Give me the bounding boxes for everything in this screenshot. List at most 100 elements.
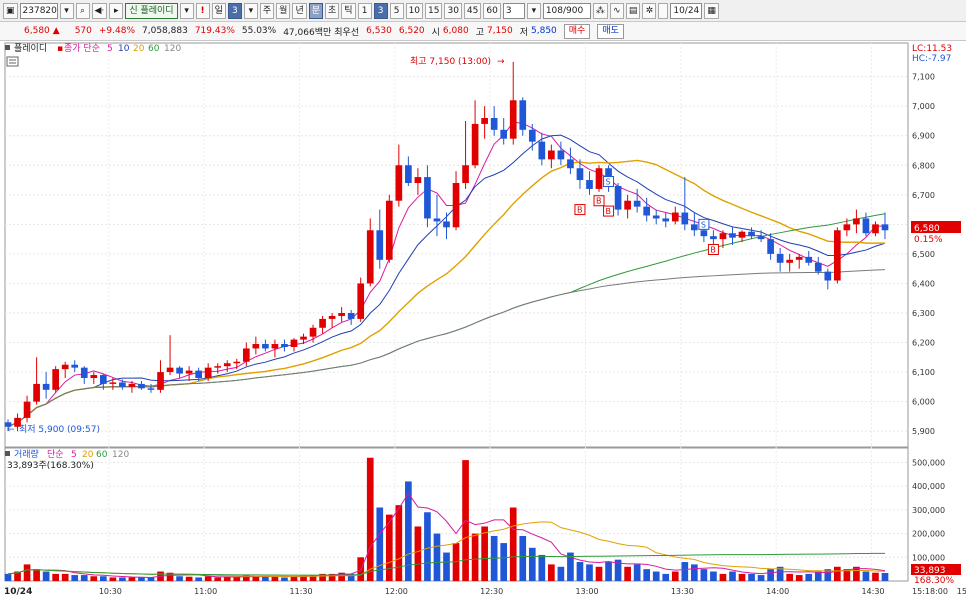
interval-30[interactable]: 30 — [444, 2, 462, 19]
alert-icon[interactable]: ! — [195, 2, 210, 19]
candle-body — [252, 344, 260, 349]
tab-week[interactable]: 주 — [259, 2, 275, 19]
save-icon[interactable]: ▤ — [625, 2, 641, 19]
price-tick-label: 6,400 — [912, 279, 935, 288]
volume-bar — [681, 562, 689, 581]
price-tick-label: 5,900 — [912, 427, 935, 436]
price-change: 570 — [74, 26, 92, 36]
time-tick-label: 11:00 — [194, 587, 217, 596]
interval-5[interactable]: 5 — [389, 2, 404, 19]
candle-body — [52, 369, 59, 390]
candle-body — [528, 129, 536, 142]
draw-icon[interactable]: ∿ — [609, 2, 624, 19]
high-label: 고 — [475, 27, 484, 38]
candle-body — [757, 236, 765, 240]
volume-bar — [500, 543, 508, 581]
hc-label: HC:-7.97 — [912, 54, 951, 64]
interval-45[interactable]: 45 — [463, 2, 482, 19]
sell-button[interactable]: 매도 — [597, 23, 624, 39]
period-value[interactable]: 3 — [227, 2, 242, 19]
candle-body — [786, 259, 794, 263]
volume-bar — [528, 547, 536, 581]
volume-bar — [691, 564, 698, 581]
volume-bar — [586, 564, 593, 581]
volume-bar — [671, 571, 679, 581]
candle-body — [710, 236, 717, 240]
interval-3[interactable]: 3 — [373, 2, 388, 19]
tab-minute[interactable]: 분 — [308, 2, 323, 19]
time-tick-label: 12:00 — [385, 587, 408, 596]
candle-body — [443, 221, 450, 228]
tab-second[interactable]: 초 — [325, 2, 340, 19]
code-dropdown-icon[interactable]: ▾ — [59, 2, 74, 19]
candle-body — [347, 313, 355, 319]
interval-10[interactable]: 10 — [405, 2, 424, 19]
search-icon[interactable]: ⌕ — [75, 2, 90, 19]
volume-bar — [90, 576, 98, 581]
period-dropdown-icon[interactable]: ▾ — [243, 2, 258, 19]
volume-bar — [119, 577, 126, 581]
price-tick-label: 6,300 — [912, 309, 935, 318]
volume-legend-ma5: 5 — [71, 450, 77, 460]
volume-current-tag-text: 33,893 — [914, 566, 946, 576]
speaker-icon[interactable]: ◀· — [91, 2, 108, 19]
price-volume-chart[interactable]: 5,9006,0006,1006,2006,3006,4006,5006,600… — [0, 41, 966, 599]
volume-bar — [576, 562, 584, 581]
price-tick-label: 7,000 — [912, 102, 935, 111]
candle-body — [719, 233, 727, 240]
current-price-tag-text: 6,580 — [914, 224, 940, 234]
candle-body — [157, 372, 164, 390]
legend-ma-label: 종가 단순 — [64, 43, 100, 54]
candle-body — [795, 256, 803, 260]
candle-body — [767, 239, 774, 254]
best-bid: 6,520 — [398, 26, 425, 36]
open-price: 6,080 — [442, 26, 469, 36]
tab-year[interactable]: 년 — [292, 2, 307, 19]
settings-icon[interactable]: ✲ — [642, 2, 657, 19]
trade-amount: 47,066백만 — [283, 27, 332, 38]
indicator-icon[interactable]: ⁂ — [592, 2, 608, 19]
price-tick-label: 6,100 — [912, 368, 935, 377]
interval-60[interactable]: 60 — [483, 2, 501, 19]
candle-body — [557, 150, 565, 160]
prev-next-icon[interactable]: ▸ — [109, 2, 124, 19]
tab-tick[interactable]: 틱 — [341, 2, 356, 19]
candle-body — [576, 168, 584, 181]
volume-tick-label: 300,000 — [912, 506, 945, 515]
volume-value: 7,058,883 — [142, 26, 188, 36]
interval-1[interactable]: 1 — [357, 2, 372, 19]
volume-bar — [881, 572, 889, 581]
current-price-pct: 0.15% — [914, 235, 943, 245]
count-input[interactable]: 3 — [502, 2, 525, 19]
volume-bar — [433, 533, 441, 581]
volume-bar — [128, 577, 136, 581]
count-dropdown-icon[interactable]: ▾ — [526, 2, 541, 19]
ma120-line — [7, 269, 886, 428]
tab-month[interactable]: 월 — [276, 2, 291, 19]
table-toggle-icon[interactable] — [6, 56, 19, 67]
candle-body — [223, 363, 231, 367]
volume-bar — [538, 554, 546, 581]
buy-button[interactable]: 매수 — [563, 23, 591, 39]
candle-body — [471, 123, 479, 166]
name-dropdown-icon[interactable]: ▾ — [179, 2, 194, 19]
tab-day[interactable]: 일 — [211, 2, 226, 19]
volume-tick-label: 500,000 — [912, 458, 945, 467]
candle-body — [671, 212, 679, 222]
volume-bar — [138, 577, 145, 581]
price-change-pct: +9.48% — [98, 26, 136, 36]
volume-current-text: 33,893주(168.30%) — [7, 460, 94, 471]
layout-icon[interactable]: ▣ — [3, 2, 18, 19]
volume-bar — [233, 577, 241, 581]
stock-code-input[interactable]: 237820 — [19, 2, 58, 19]
date-checkbox[interactable] — [658, 2, 669, 19]
volume-tick-label: 400,000 — [912, 482, 945, 491]
calendar-icon[interactable]: ▦ — [704, 2, 719, 19]
volume-bar — [414, 526, 422, 581]
time-tick-label: 10:30 — [99, 587, 122, 596]
interval-15[interactable]: 15 — [425, 2, 443, 19]
time-tick-label: 15:00 — [957, 587, 966, 596]
candle-body — [652, 215, 660, 219]
candle-body — [42, 383, 50, 390]
date-input[interactable]: 10/24 — [670, 2, 703, 19]
